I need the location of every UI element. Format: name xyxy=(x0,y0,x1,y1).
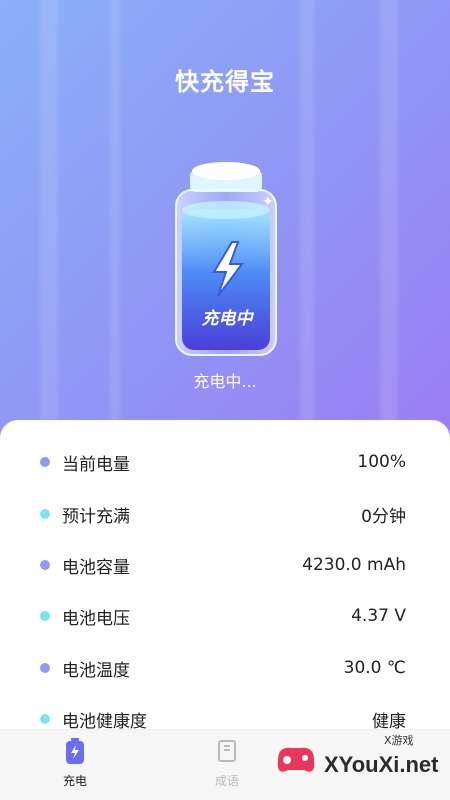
tab-idioms[interactable]: 成语 xyxy=(192,738,262,789)
indicator-dot xyxy=(40,457,50,467)
indicator-dot xyxy=(40,509,50,519)
stat-value: 4230.0 mAh xyxy=(302,555,406,575)
stat-row-capacity: 电池容量 4230.0 mAh xyxy=(40,540,406,590)
indicator-dot xyxy=(40,560,50,570)
watermark-text: XYouXi.net xyxy=(324,752,439,777)
stat-value: 100% xyxy=(357,452,406,472)
site-watermark: X游戏 XYouXi.net xyxy=(272,730,442,790)
stat-row-time-to-full: 预计充满 0分钟 xyxy=(40,489,406,539)
indicator-dot xyxy=(40,714,50,724)
sparkle-icon: ✦ xyxy=(262,194,274,210)
stat-label: 当前电量 xyxy=(62,454,130,475)
stat-label: 电池电压 xyxy=(62,608,130,629)
bottom-tab-bar: 充电 成语 X游戏 XYouXi.net xyxy=(0,729,450,800)
stat-row-current-level: 当前电量 100% xyxy=(40,437,406,487)
book-tab-icon xyxy=(218,740,236,762)
stat-label: 电池容量 xyxy=(62,557,130,578)
battery-tab-icon xyxy=(66,738,84,764)
battery-info-panel: 当前电量 100% 预计充满 0分钟 电池容量 4230.0 mAh 电池电压 … xyxy=(0,420,450,740)
gamepad-logo-icon xyxy=(277,747,315,772)
stat-row-voltage: 电池电压 4.37 V xyxy=(40,591,406,641)
stat-value: 0分钟 xyxy=(361,506,406,527)
hero-banner: 快充得宝 充电中 ✦ 充电中... xyxy=(0,0,450,440)
tab-label: 成语 xyxy=(214,774,239,788)
stat-value: 健康 xyxy=(372,711,406,732)
watermark-small-text: X游戏 xyxy=(384,734,414,747)
charging-status: 充电中... xyxy=(193,372,257,391)
stat-label: 电池健康度 xyxy=(62,711,147,732)
stat-row-temperature: 电池温度 30.0 ℃ xyxy=(40,643,406,693)
indicator-dot xyxy=(40,611,50,621)
tab-charge[interactable]: 充电 xyxy=(40,738,110,789)
app-title: 快充得宝 xyxy=(175,68,275,96)
battery-icon xyxy=(175,162,277,356)
stat-label: 电池温度 xyxy=(62,660,130,681)
stat-label: 预计充满 xyxy=(62,506,130,527)
stat-value: 30.0 ℃ xyxy=(343,658,406,678)
indicator-dot xyxy=(40,663,50,673)
battery-label: 充电中 xyxy=(201,309,253,329)
stat-value: 4.37 V xyxy=(351,606,406,626)
tab-label: 充电 xyxy=(62,774,87,788)
